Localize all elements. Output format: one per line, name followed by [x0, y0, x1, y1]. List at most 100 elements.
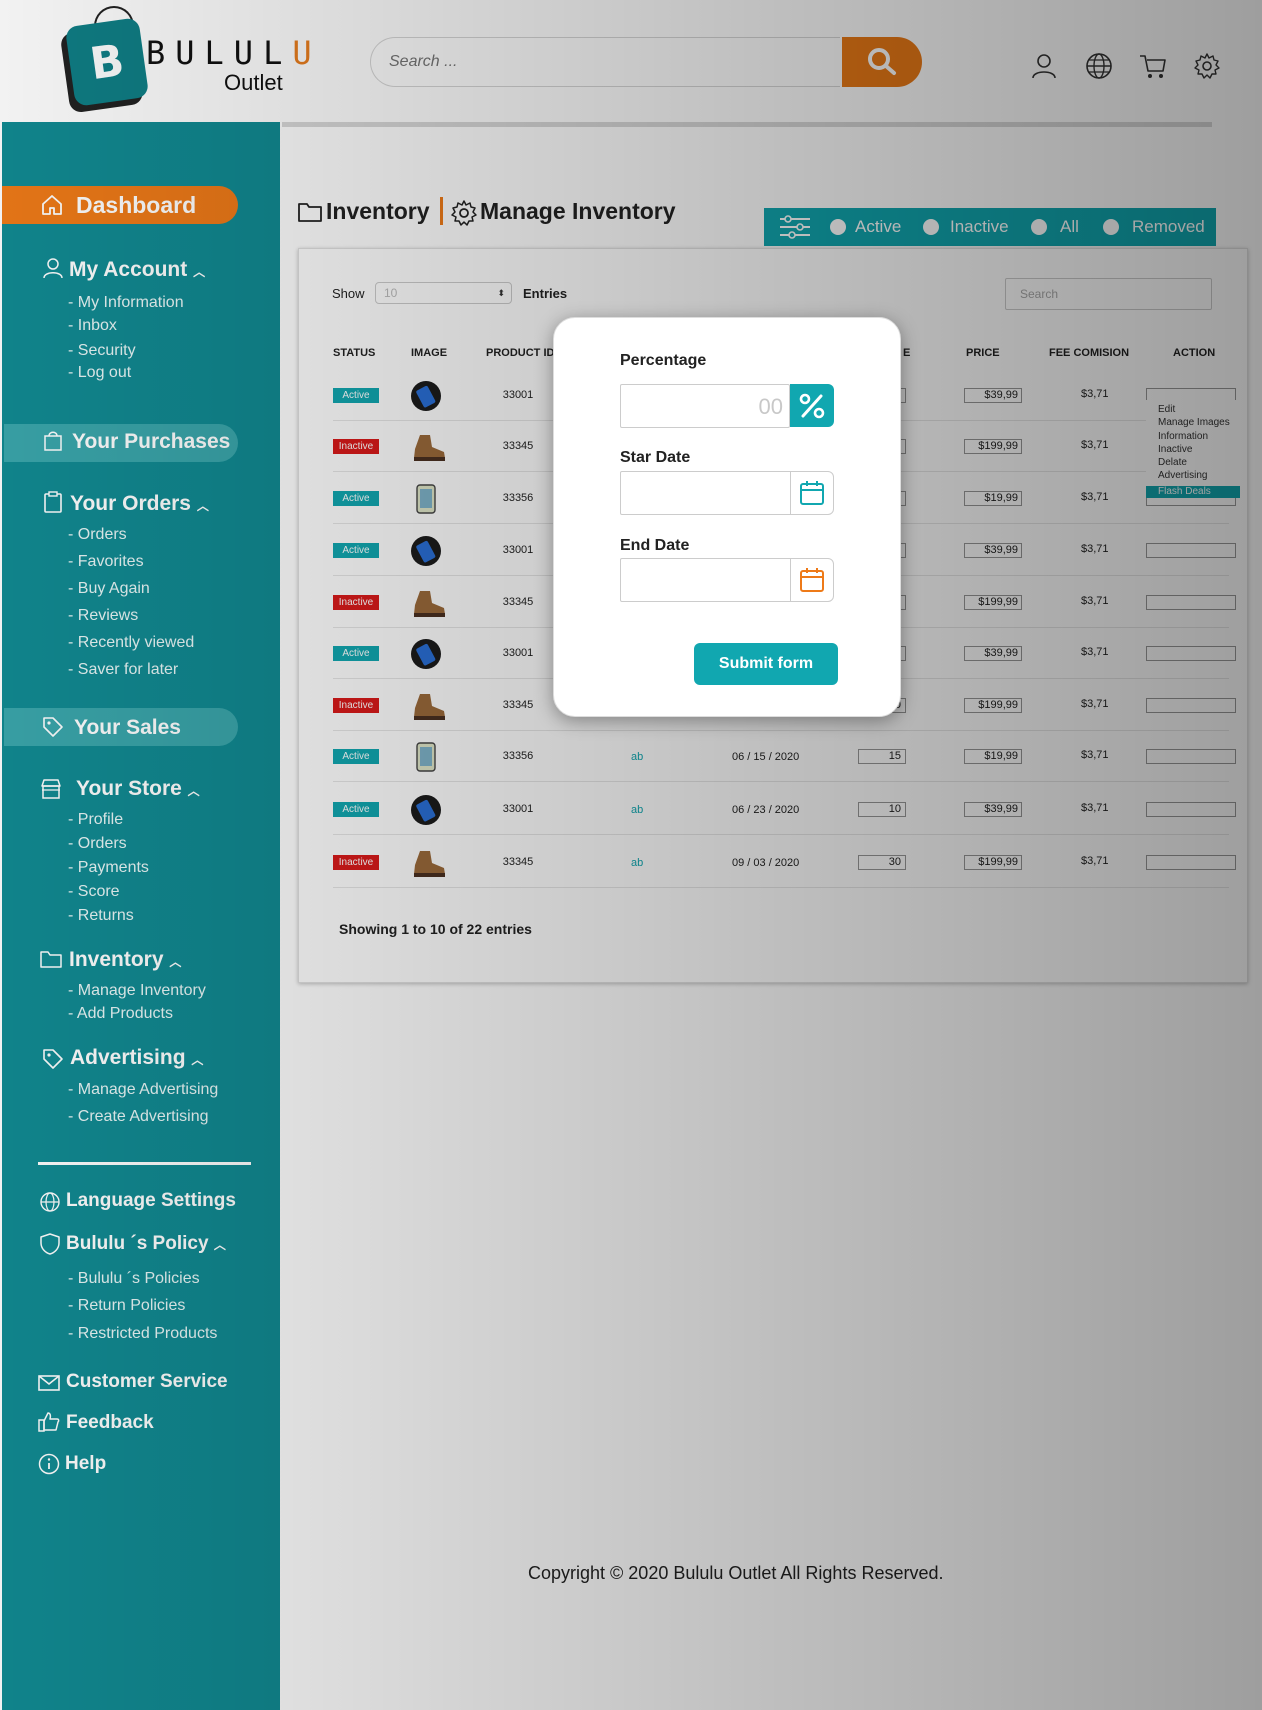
sidebar-item-dashboard[interactable]: Dashboard [2, 186, 238, 224]
smartphone-product-thumbnail [411, 483, 441, 515]
end-date-input[interactable] [620, 558, 792, 602]
action-dropdown[interactable] [1146, 698, 1236, 713]
col-header-image: IMAGE [411, 347, 448, 359]
product-link[interactable]: ab [631, 857, 643, 869]
action-dropdown[interactable] [1146, 749, 1236, 764]
status-badge: Active [333, 802, 379, 817]
user-icon[interactable] [1030, 52, 1058, 80]
sidebar-subitem-create-advertising[interactable]: - Create Advertising [68, 1108, 209, 1126]
sidebar-item-your-orders[interactable]: Your Orders ︿ [70, 492, 209, 516]
sidebar-subitem-reviews[interactable]: - Reviews [68, 607, 138, 625]
price-field[interactable]: $199,99 [964, 439, 1022, 454]
price-field[interactable]: $39,99 [964, 388, 1022, 403]
filter-radio-inactive[interactable] [923, 219, 939, 235]
action-menu-inactive[interactable]: Inactive [1158, 444, 1192, 455]
sidebar-subitem-return-policies[interactable]: - Return Policies [68, 1297, 185, 1315]
action-menu-edit[interactable]: Edit [1158, 404, 1175, 415]
sliders-icon[interactable] [778, 214, 812, 240]
fee-commission: $3,71 [1081, 439, 1109, 451]
header-divider [282, 122, 1212, 127]
sidebar-subitem-security[interactable]: - Security [68, 342, 136, 360]
sidebar-subitem-manage-advertising[interactable]: - Manage Advertising [68, 1081, 218, 1099]
price-field[interactable]: $19,99 [964, 749, 1022, 764]
gear-icon[interactable] [1193, 52, 1221, 80]
price-field[interactable]: $199,99 [964, 698, 1022, 713]
sidebar-subitem-favorites[interactable]: - Favorites [68, 553, 144, 571]
price-field[interactable]: $19,99 [964, 491, 1022, 506]
filter-radio-active[interactable] [830, 219, 846, 235]
action-dropdown[interactable] [1146, 543, 1236, 558]
percentage-input[interactable]: 00 [620, 384, 790, 428]
sidebar-subitem-log-out[interactable]: - Log out [68, 364, 131, 382]
action-menu-flash-deals[interactable]: Flash Deals [1146, 486, 1240, 498]
filter-radio-removed[interactable] [1103, 219, 1119, 235]
bululu-logo[interactable]: B BULULU Outlet [64, 6, 312, 107]
sidebar-subitem-inbox[interactable]: - Inbox [68, 317, 117, 335]
product-link[interactable]: ab [631, 804, 643, 816]
sidebar-item-inventory[interactable]: Inventory ︿ [69, 948, 181, 972]
sidebar-item-feedback[interactable]: Feedback [66, 1412, 154, 1434]
sidebar-subitem-my-information[interactable]: - My Information [68, 294, 184, 312]
header-search-input[interactable] [371, 38, 840, 86]
action-dropdown[interactable] [1146, 855, 1236, 870]
table-row[interactable]: Active 33356 ab 06 / 15 / 2020 15 $19,99 $3,71 [333, 731, 1236, 782]
quantity-field[interactable]: 30 [858, 855, 906, 870]
sidebar-subitem-returns[interactable]: - Returns [68, 907, 134, 925]
action-dropdown[interactable] [1146, 646, 1236, 661]
sidebar-subitem-recently-viewed[interactable]: - Recently viewed [68, 634, 194, 652]
price-field[interactable]: $39,99 [964, 802, 1022, 817]
submit-form-button[interactable]: Submit form [694, 643, 838, 685]
home-icon [42, 195, 62, 215]
sidebar-item-your-store[interactable]: Your Store ︿ [76, 777, 200, 801]
sidebar-subitem-profile[interactable]: - Profile [68, 811, 123, 829]
action-menu-information[interactable]: Information [1158, 431, 1208, 442]
sidebar-item-my-account[interactable]: My Account ︿ [69, 258, 205, 282]
sidebar-subitem-manage-inventory[interactable]: - Manage Inventory [68, 982, 206, 1000]
sidebar-subitem-buy-again[interactable]: - Buy Again [68, 580, 150, 598]
quantity-field[interactable]: 15 [858, 749, 906, 764]
sidebar-subitem-store-orders[interactable]: - Orders [68, 835, 127, 853]
table-row[interactable]: Inactive 33345 ab 09 / 03 / 2020 30 $199,99 $3… [333, 837, 1236, 888]
action-menu-manage-images[interactable]: Manage Images [1158, 417, 1230, 428]
sidebar-item-advertising[interactable]: Advertising ︿ [70, 1046, 203, 1070]
action-menu-advertising[interactable]: Advertising [1158, 470, 1207, 481]
action-menu-delate[interactable]: Delate [1158, 457, 1187, 468]
sidebar-item-policy[interactable]: Bululu ´s Policy ︿ [66, 1233, 226, 1255]
sidebar-subitem-restricted-products[interactable]: - Restricted Products [68, 1325, 217, 1343]
start-date-calendar-button[interactable] [790, 471, 834, 515]
quantity-field[interactable]: 10 [858, 802, 906, 817]
filter-radio-all[interactable] [1031, 219, 1047, 235]
sidebar-subitem-saver-for-later[interactable]: - Saver for later [68, 661, 178, 679]
cart-icon[interactable] [1139, 52, 1167, 80]
price-field[interactable]: $199,99 [964, 855, 1022, 870]
price-field[interactable]: $39,99 [964, 543, 1022, 558]
product-id: 33001 [502, 647, 534, 659]
action-dropdown[interactable] [1146, 802, 1236, 817]
chevron-up-icon: ︿ [193, 265, 206, 279]
table-row[interactable]: Active 33001 ab 06 / 23 / 2020 10 $39,99 $3,71 [333, 784, 1236, 835]
header-search-button[interactable] [842, 37, 922, 87]
user-icon [43, 258, 63, 279]
price-field[interactable]: $199,99 [964, 595, 1022, 610]
start-date-input[interactable] [620, 471, 792, 515]
globe-icon[interactable] [1085, 52, 1113, 80]
price-field[interactable]: $39,99 [964, 646, 1022, 661]
percent-button[interactable] [790, 384, 834, 427]
fee-commission: $3,71 [1081, 388, 1109, 400]
sidebar-subitem-orders[interactable]: - Orders [68, 526, 127, 544]
gear-icon [451, 200, 477, 226]
tag-icon [43, 1049, 63, 1069]
product-link[interactable]: ab [631, 751, 643, 763]
action-dropdown[interactable] [1146, 595, 1236, 610]
sidebar-subitem-add-products[interactable]: - Add Products [68, 1005, 173, 1023]
sidebar-item-help[interactable]: Help [65, 1453, 106, 1475]
sidebar-item-customer-service[interactable]: Customer Service [66, 1371, 228, 1393]
sidebar-subitem-payments[interactable]: - Payments [68, 859, 149, 877]
sidebar-item-language-settings[interactable]: Language Settings [66, 1190, 236, 1212]
breadcrumb-inventory[interactable]: Inventory [326, 198, 430, 225]
table-search-input[interactable]: Search [1005, 278, 1212, 310]
entries-select[interactable]: 10 ⬍ [375, 282, 512, 304]
end-date-calendar-button[interactable] [790, 558, 834, 602]
sidebar-subitem-bululu-policies[interactable]: - Bululu ´s Policies [68, 1270, 200, 1288]
sidebar-subitem-score[interactable]: - Score [68, 883, 120, 901]
